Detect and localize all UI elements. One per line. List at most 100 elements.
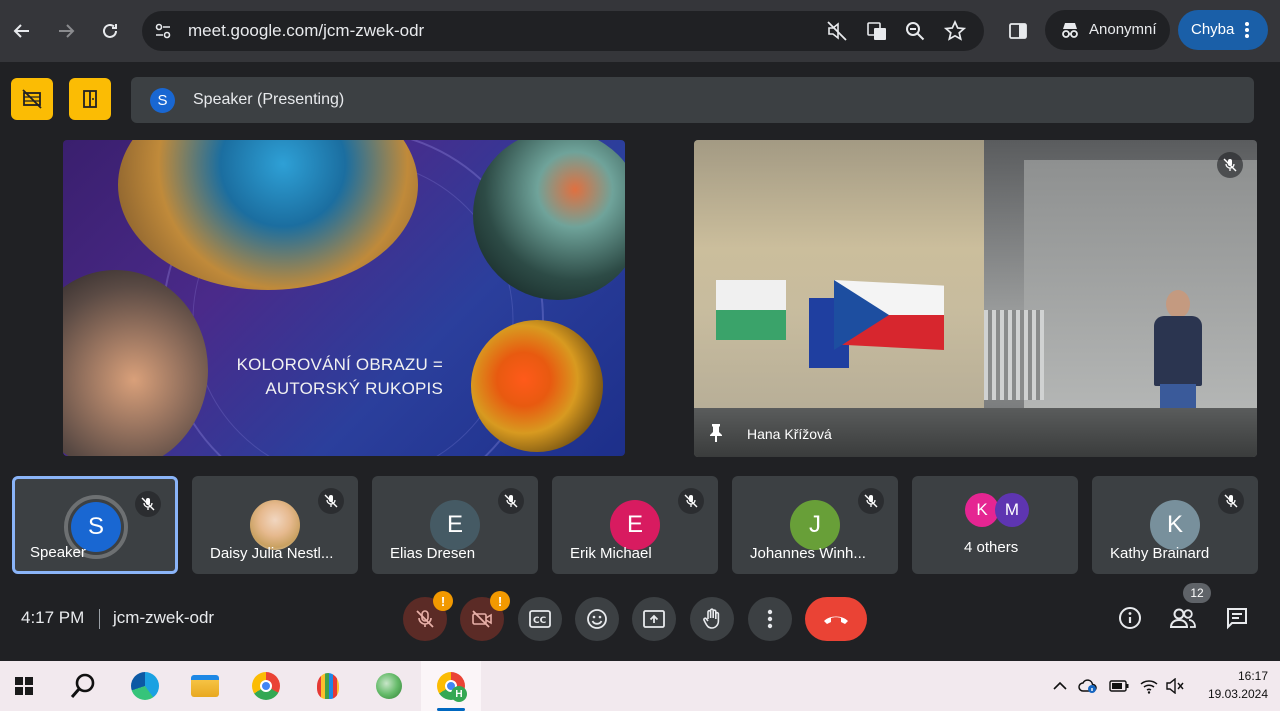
clock-date: 19.03.2024 [1207,687,1268,701]
reload-button[interactable] [96,17,124,45]
translate-icon[interactable] [866,20,888,42]
reactions-button[interactable] [575,597,619,641]
muted-indicator [135,491,161,517]
mic-off-icon [684,494,698,508]
hide-presentation-button[interactable] [11,78,53,120]
others-avatar: M [995,493,1029,527]
battery-tray[interactable] [1109,676,1129,696]
slide-image-fly-head [471,320,603,452]
side-panel-button[interactable] [1004,17,1032,45]
participant-video-tile[interactable]: Hana Křížová [694,140,1257,457]
edge-icon [131,672,159,700]
participant-name: Johannes Winh... [750,545,866,562]
pin-icon[interactable] [708,423,724,443]
volume-muted-icon [1166,678,1184,694]
cloud-sync-tray[interactable] [1078,676,1098,696]
network-tray[interactable] [1139,676,1159,696]
more-vert-icon [767,609,773,629]
profile-label: Anonymní [1089,21,1157,38]
start-button[interactable] [8,670,40,702]
more-options-button[interactable] [748,597,792,641]
raise-hand-button[interactable] [690,597,734,641]
incognito-icon [1062,23,1078,38]
battery-icon [1109,680,1129,692]
present-to-all-icon [643,610,665,628]
toggle-mic-button[interactable]: ! [403,591,453,641]
audio-muted-icon[interactable] [826,20,848,42]
globe-app-taskbar-button[interactable] [373,670,405,702]
participant-tile[interactable]: Daisy Julia Nestl... [192,476,358,574]
participant-tile[interactable]: J Johannes Winh... [732,476,898,574]
info-icon [1119,607,1141,629]
mic-off-icon [1223,158,1237,172]
window-blinds [984,310,1044,400]
reload-icon [103,23,117,38]
participant-tile-speaker[interactable]: S Speaker [12,476,178,574]
chrome-incognito-taskbar-button[interactable]: H [435,670,467,702]
show-hidden-icons-button[interactable] [1050,676,1070,696]
participant-tile-others[interactable]: K M 4 others [912,476,1078,574]
participant-avatar: K [1150,500,1200,550]
muted-indicator [1217,152,1243,178]
back-button[interactable] [8,17,36,45]
file-explorer-taskbar-button[interactable] [189,670,221,702]
projection-screen [694,140,984,410]
clock-time: 16:17 [1237,669,1268,683]
others-avatar: K [965,493,999,527]
toggle-camera-button[interactable]: ! [460,591,510,641]
url-text[interactable]: meet.google.com/jcm-zwek-odr [188,21,424,41]
incognito-profile-button[interactable]: Anonymní [1045,10,1170,50]
chrome-taskbar-button[interactable] [250,670,282,702]
mic-off-icon [416,610,434,628]
chrome-profile-icon: H [437,672,467,702]
forward-button[interactable] [52,17,80,45]
zoom-icon[interactable] [904,20,926,42]
chrome-icon [252,672,280,700]
address-bar[interactable]: meet.google.com/jcm-zwek-odr [142,11,984,51]
leave-call-button[interactable] [805,597,867,641]
presenter-avatar: S [150,88,175,113]
emoji-icon [587,609,607,629]
balloon-app-taskbar-button[interactable] [312,670,344,702]
people-button[interactable] [1165,600,1201,636]
participant-avatar: E [610,500,660,550]
edge-taskbar-button[interactable] [129,670,161,702]
participant-photo-avatar [250,500,300,550]
participant-tile[interactable]: E Erik Michael [552,476,718,574]
muted-indicator [318,488,344,514]
chevron-up-icon [1053,681,1067,690]
participant-tile[interactable]: E Elias Dresen [372,476,538,574]
mic-off-icon [864,494,878,508]
error-button[interactable]: Chyba [1178,10,1268,50]
presenting-label: Speaker (Presenting) [193,91,345,108]
mic-off-icon [1224,494,1238,508]
closed-captions-icon: CC [529,610,551,628]
meet-stage: S Speaker (Presenting) KOLOROVÁNÍ OBRAZU… [0,62,1280,661]
camera-warning-badge: ! [490,591,510,611]
participant-name: Daisy Julia Nestl... [210,545,334,562]
site-info-icon[interactable] [152,20,174,42]
participant-name: Hana Křížová [747,426,832,442]
error-label: Chyba [1191,21,1235,38]
meeting-details-button[interactable] [1112,600,1148,636]
volume-tray[interactable] [1165,676,1185,696]
svg-text:CC: CC [533,616,547,626]
search-button[interactable] [67,670,99,702]
participant-avatar: E [430,500,480,550]
mic-off-icon [324,494,338,508]
chat-button[interactable] [1219,600,1255,636]
camera-off-icon [472,610,492,628]
participant-name: Erik Michael [570,545,652,562]
present-screen-button[interactable] [632,597,676,641]
wifi-icon [1140,680,1158,694]
participant-tile[interactable]: K Kathy Brainard [1092,476,1258,574]
bookmark-star-icon[interactable] [944,20,966,42]
participant-name: Elias Dresen [390,545,476,562]
meeting-code: jcm-zwek-odr [113,608,215,627]
windows-logo-icon [15,677,33,695]
taskbar-clock[interactable]: 16:17 19.03.2024 [1208,667,1268,703]
layout-button[interactable] [69,78,111,120]
captions-button[interactable]: CC [518,597,562,641]
cloud-info-icon [1078,679,1097,693]
divider [99,609,100,629]
